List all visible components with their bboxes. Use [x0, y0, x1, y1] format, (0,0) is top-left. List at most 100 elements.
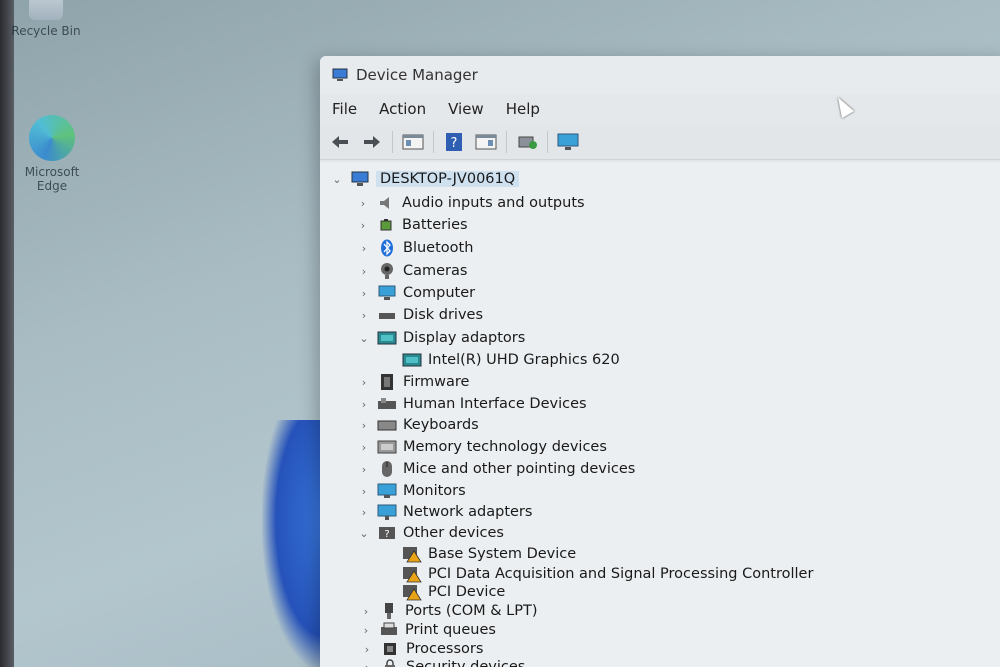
- help-icon[interactable]: ?: [442, 131, 466, 153]
- speaker-icon: [376, 194, 396, 212]
- chevron-right-icon[interactable]: ›: [357, 485, 371, 498]
- computer-icon: [350, 170, 370, 188]
- tree-item-label: Human Interface Devices: [403, 396, 587, 412]
- tree-item-other-devices[interactable]: ⌄ ? Other devices: [357, 522, 504, 544]
- chevron-right-icon[interactable]: ›: [357, 398, 371, 411]
- tree-item-keyboards[interactable]: › Keyboards: [357, 414, 479, 436]
- chevron-right-icon[interactable]: ›: [360, 661, 374, 667]
- tree-item-security-devices[interactable]: › Security devices: [360, 656, 525, 667]
- tree-item-firmware[interactable]: › Firmware: [357, 371, 469, 393]
- hid-icon: [377, 395, 397, 413]
- toolbar-separator: [433, 130, 434, 153]
- tree-item-label: Base System Device: [428, 546, 577, 562]
- menu-help[interactable]: Help: [506, 100, 540, 118]
- keyboard-icon: [377, 416, 397, 434]
- scan-hardware-icon[interactable]: [515, 131, 539, 153]
- tree-item-label: Network adapters: [403, 504, 533, 520]
- printer-icon: [379, 621, 399, 639]
- tree-item-label: Keyboards: [403, 417, 479, 433]
- disk-icon: [377, 306, 397, 324]
- tree-item-audio[interactable]: › Audio inputs and outputs: [356, 192, 585, 214]
- menu-view[interactable]: View: [448, 100, 484, 118]
- screen-bezel: [0, 0, 14, 667]
- tree-item-label: Batteries: [402, 217, 468, 233]
- tree-item-memory-technology[interactable]: › Memory technology devices: [357, 436, 607, 458]
- tree-item-batteries[interactable]: › Batteries: [356, 214, 468, 236]
- tree-item-monitors[interactable]: › Monitors: [357, 480, 466, 502]
- chevron-right-icon[interactable]: ›: [357, 419, 371, 432]
- tree-item-label: PCI Device: [428, 584, 506, 600]
- tree-item-cameras[interactable]: › Cameras: [357, 260, 467, 282]
- tree-root-label: DESKTOP-JV0061Q: [376, 171, 520, 187]
- computer-icon: [377, 284, 397, 302]
- security-icon: [380, 658, 400, 667]
- device-manager-window: Device Manager File Action View Help ? ⌄…: [320, 56, 1000, 667]
- tree-item-label: PCI Data Acquisition and Signal Processi…: [428, 566, 814, 582]
- tree-item-label: Print queues: [405, 622, 496, 638]
- desktop-icon-label: Microsoft: [24, 165, 80, 179]
- chevron-down-icon[interactable]: ⌄: [330, 173, 344, 186]
- network-icon: [377, 503, 397, 521]
- tree-item-display-adaptors[interactable]: ⌄ Display adaptors: [357, 327, 525, 349]
- tree-item-label: Audio inputs and outputs: [402, 195, 585, 211]
- chevron-right-icon[interactable]: ›: [357, 441, 371, 454]
- chevron-right-icon[interactable]: ›: [357, 506, 371, 519]
- chevron-right-icon[interactable]: ›: [359, 624, 373, 637]
- menu-action[interactable]: Action: [379, 100, 426, 118]
- tree-item-label: Disk drives: [403, 307, 484, 323]
- tree-item-label: Display adaptors: [403, 330, 526, 346]
- tree-child-base-system-device[interactable]: Base System Device: [396, 543, 576, 565]
- tree-item-label: Mice and other pointing devices: [403, 461, 636, 477]
- device-tree: ⌄ DESKTOP-JV0061Q › Audio inputs and out…: [320, 162, 1000, 667]
- recycle-bin-icon: [29, 0, 63, 20]
- chevron-right-icon[interactable]: ›: [357, 309, 371, 322]
- chevron-right-icon[interactable]: ›: [356, 219, 370, 232]
- menu-bar: File Action View Help: [320, 94, 1000, 124]
- tree-item-label: Processors: [406, 641, 484, 657]
- chevron-right-icon[interactable]: ›: [357, 265, 371, 278]
- tree-item-label: Computer: [403, 285, 476, 301]
- window-title: Device Manager: [356, 66, 478, 84]
- port-icon: [379, 602, 399, 620]
- tree-item-disk-drives[interactable]: › Disk drives: [357, 304, 483, 326]
- tree-item-hid[interactable]: › Human Interface Devices: [357, 393, 587, 415]
- properties-icon[interactable]: [401, 131, 425, 153]
- back-arrow-icon[interactable]: [328, 131, 352, 153]
- chevron-right-icon[interactable]: ›: [360, 643, 374, 656]
- chevron-right-icon[interactable]: ›: [357, 242, 371, 255]
- tree-item-label: Ports (COM & LPT): [405, 603, 538, 619]
- tree-item-computer[interactable]: › Computer: [357, 282, 475, 304]
- chevron-right-icon[interactable]: ›: [357, 463, 371, 476]
- view-icon[interactable]: [474, 131, 498, 153]
- menu-file[interactable]: File: [332, 100, 357, 118]
- chevron-right-icon[interactable]: ›: [356, 197, 370, 210]
- warning-device-icon: [402, 583, 422, 601]
- bluetooth-icon: [377, 239, 397, 257]
- chevron-down-icon[interactable]: ⌄: [357, 332, 371, 345]
- svg-text:?: ?: [384, 529, 389, 540]
- desktop-icon-edge[interactable]: Microsoft Edge: [12, 115, 92, 193]
- chevron-right-icon[interactable]: ›: [357, 376, 371, 389]
- tree-item-mice[interactable]: › Mice and other pointing devices: [357, 458, 635, 480]
- tree-child-intel-uhd[interactable]: Intel(R) UHD Graphics 620: [396, 349, 620, 371]
- toolbar-separator: [392, 130, 393, 153]
- chevron-right-icon[interactable]: ›: [359, 605, 373, 618]
- chevron-down-icon[interactable]: ⌄: [357, 527, 371, 540]
- display-adapter-icon: [402, 351, 422, 369]
- tree-item-label: Other devices: [403, 525, 504, 541]
- memory-icon: [377, 438, 397, 456]
- edge-icon: [29, 115, 75, 161]
- forward-arrow-icon[interactable]: [360, 131, 384, 153]
- monitor-icon: [377, 482, 397, 500]
- display-adapter-icon: [377, 329, 397, 347]
- monitor-icon[interactable]: [556, 131, 580, 153]
- tree-item-network[interactable]: › Network adapters: [357, 501, 532, 523]
- tree-item-bluetooth[interactable]: › Bluetooth: [357, 237, 473, 259]
- warning-device-icon: [402, 545, 422, 563]
- tree-root[interactable]: ⌄ DESKTOP-JV0061Q: [330, 168, 520, 190]
- title-bar[interactable]: Device Manager: [320, 56, 1000, 94]
- desktop-icon-recycle-bin[interactable]: Recycle Bin: [6, 0, 86, 38]
- toolbar-separator: [547, 130, 548, 153]
- tree-item-label: Monitors: [403, 483, 466, 499]
- chevron-right-icon[interactable]: ›: [357, 287, 371, 300]
